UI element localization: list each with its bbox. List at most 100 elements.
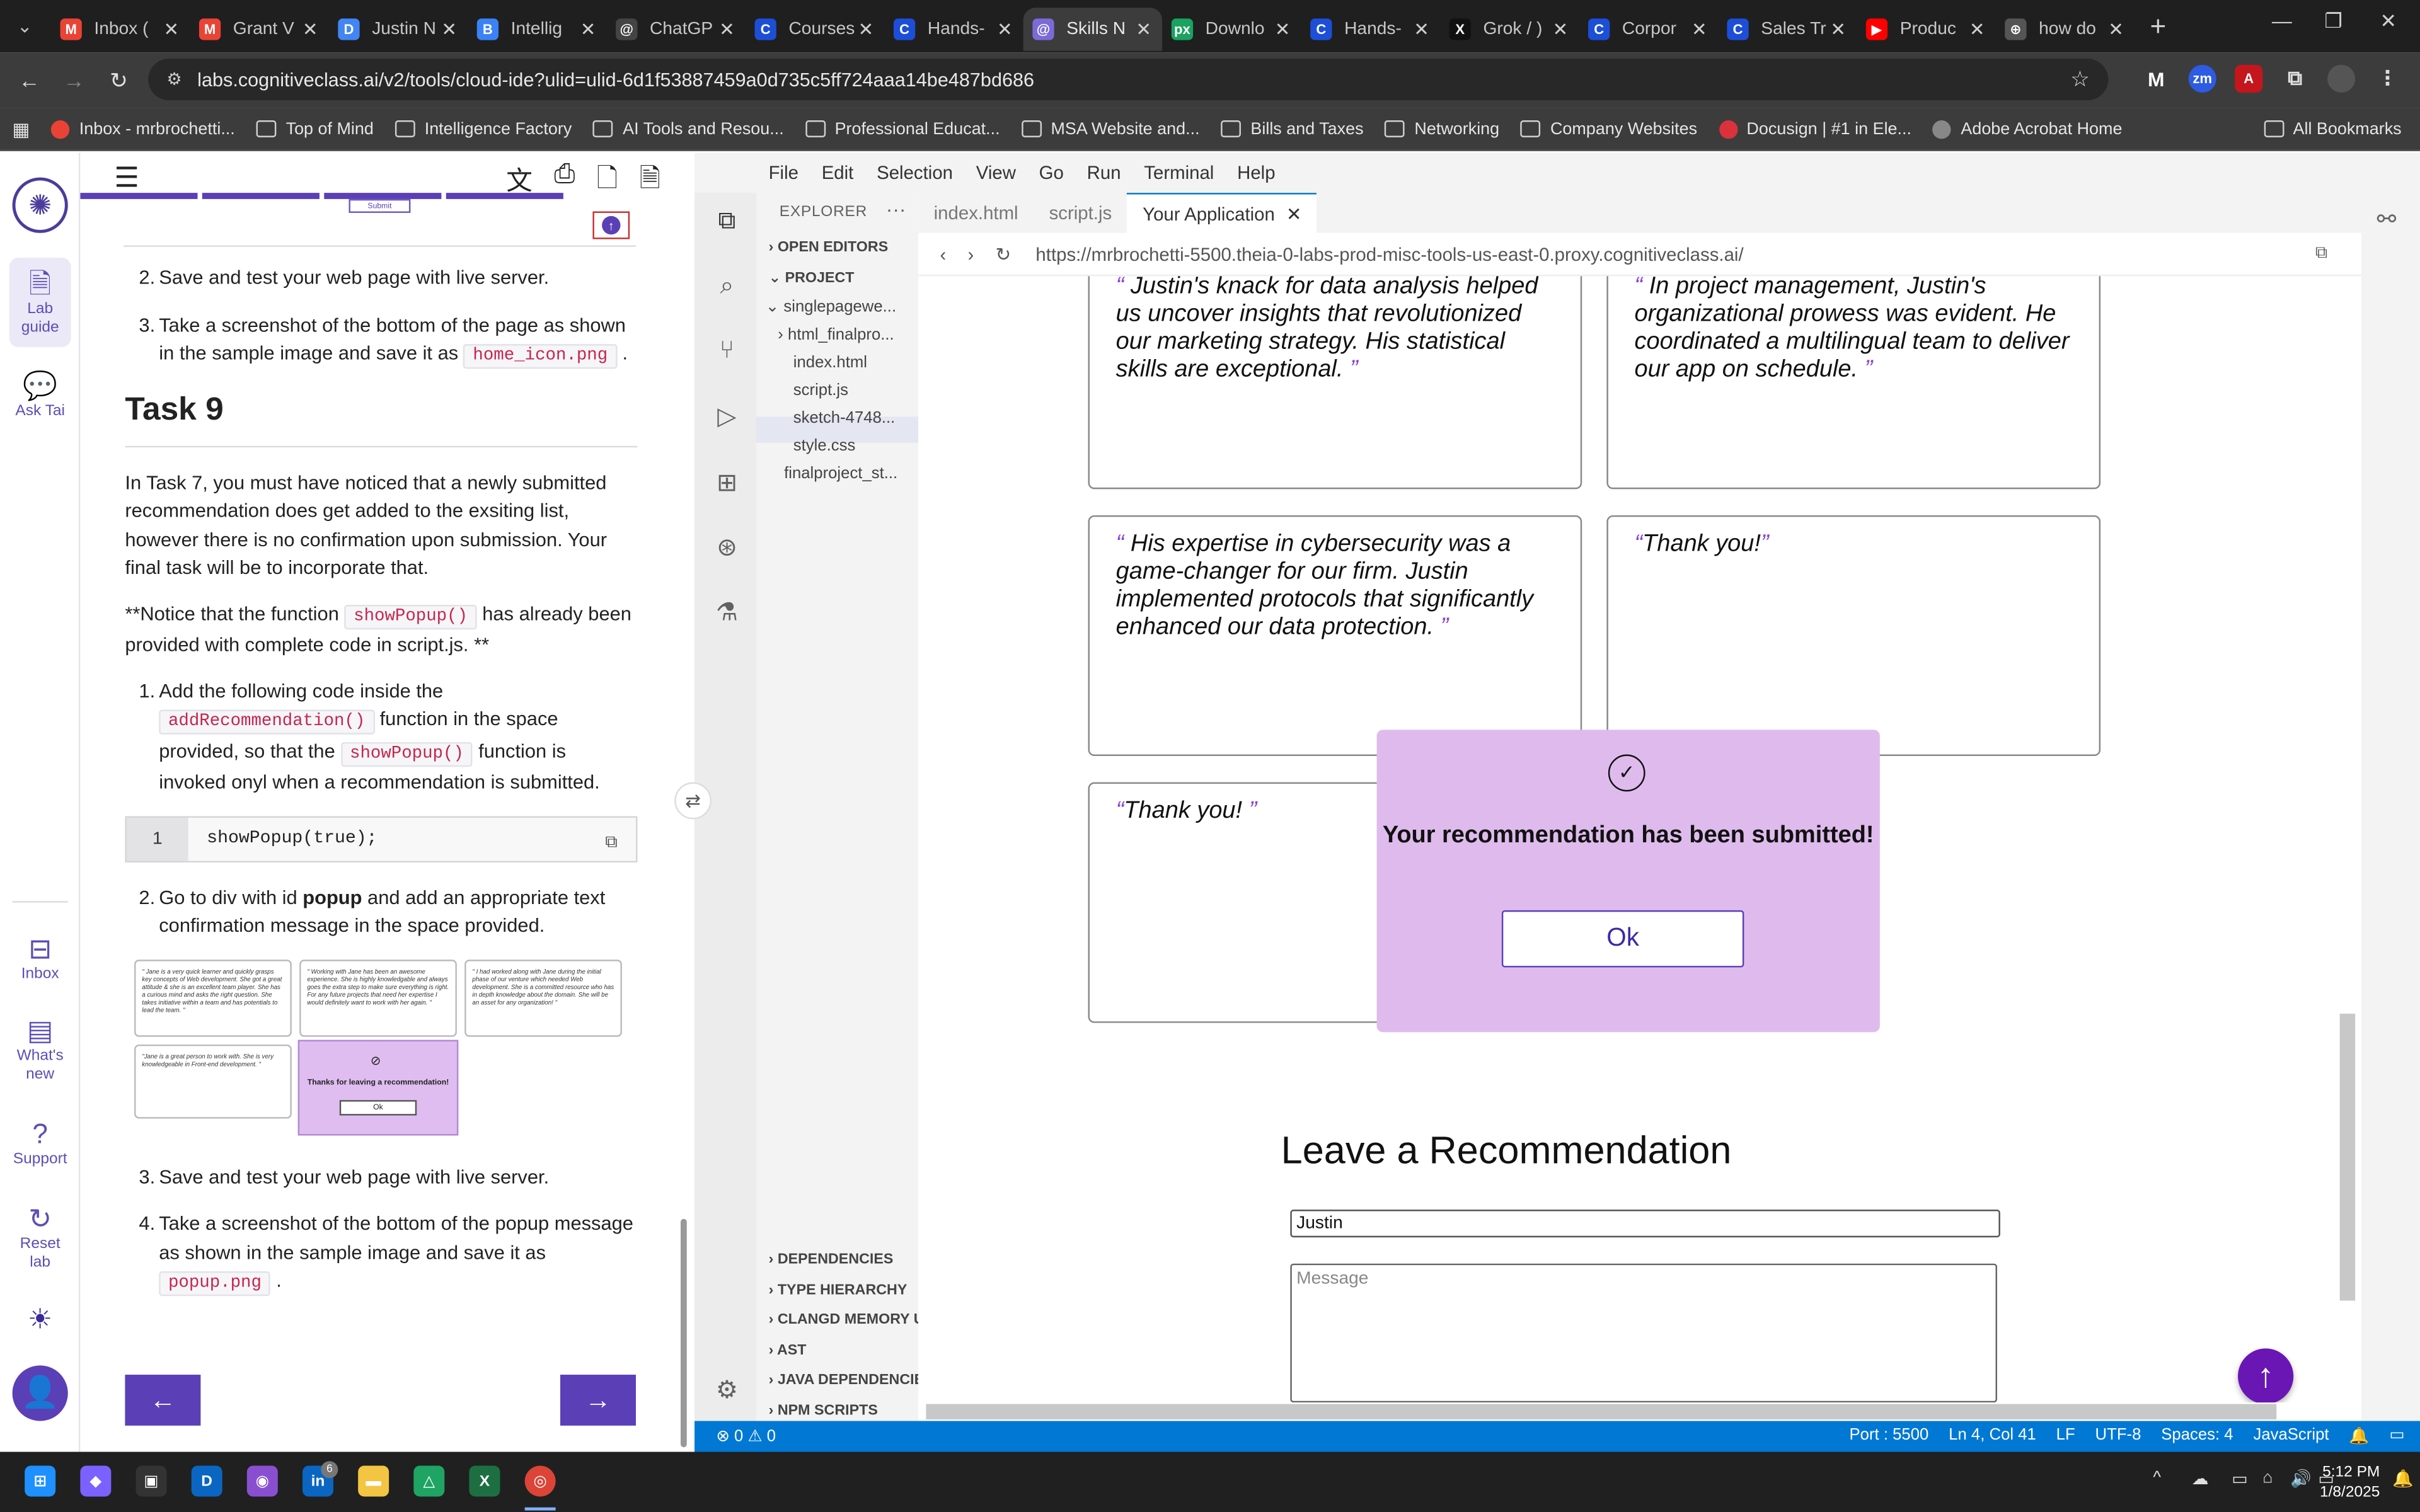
browser-tab[interactable]: M Inbox (✕	[51, 8, 190, 51]
horizontal-scrollbar[interactable]	[926, 1404, 2277, 1420]
menu-item[interactable]: Go	[1039, 162, 1064, 183]
menu-item[interactable]: Edit	[822, 162, 854, 183]
rail-reset-lab[interactable]: ↻ Reset lab	[9, 1202, 71, 1273]
forward-icon[interactable]: →	[59, 68, 89, 93]
excel-icon[interactable]: X	[469, 1465, 500, 1497]
acrobat-extension-icon[interactable]: A	[2235, 64, 2263, 93]
bookmark-star-icon[interactable]: ☆	[2070, 66, 2090, 93]
layout-icon[interactable]: ▭	[2389, 1426, 2404, 1446]
skills-network-icon[interactable]: ⊛	[710, 532, 744, 566]
settings-gear-icon[interactable]: ⚙	[710, 1375, 744, 1409]
add-note-icon[interactable]: 🗋	[597, 159, 618, 203]
close-tab-icon[interactable]: ✕	[1273, 18, 1291, 40]
extensions-puzzle-icon[interactable]: ⧉	[2281, 65, 2309, 93]
user-avatar[interactable]: 👤	[12, 1365, 68, 1421]
explorer-icon[interactable]: ⧉	[710, 205, 744, 239]
extension-m-icon[interactable]: M	[2142, 65, 2170, 93]
restore-icon[interactable]: ❐	[2324, 9, 2342, 34]
tab-index-html[interactable]: index.html	[918, 193, 1034, 233]
onedrive-icon[interactable]: ☁	[2192, 1469, 2209, 1489]
more-actions-icon[interactable]: ···	[886, 197, 906, 220]
port-status[interactable]: Port : 5500	[1850, 1426, 1929, 1446]
explorer-section[interactable]: › JAVA DEPENDENCIE	[769, 1372, 919, 1389]
bookmark-item[interactable]: Docusign | #1 in Ele...	[1719, 119, 1911, 139]
zoom-extension-icon[interactable]: zm	[2188, 64, 2216, 93]
next-page-button[interactable]: →	[560, 1375, 636, 1426]
copy-icon[interactable]: ⧉	[605, 828, 617, 856]
tab-script-js[interactable]: script.js	[1034, 193, 1127, 233]
address-url[interactable]: labs.cognitiveclass.ai/v2/tools/cloud-id…	[197, 69, 1034, 90]
tree-file[interactable]: finalproject_st...	[784, 464, 938, 483]
close-tab-icon[interactable]: ✕	[1412, 18, 1431, 40]
store-icon[interactable]: ▣	[135, 1465, 167, 1497]
bookmark-item[interactable]: Inbox - mrbrochetti...	[51, 119, 235, 139]
profile-avatar[interactable]	[2327, 64, 2356, 93]
open-editors-section[interactable]: › OPEN EDITORS	[769, 239, 919, 256]
dell-icon[interactable]: D	[191, 1465, 222, 1497]
preview-vertical-scrollbar[interactable]	[2339, 1013, 2356, 1301]
rail-ask-tai[interactable]: 💬 Ask Tai	[9, 369, 71, 421]
browser-tab[interactable]: D Justin N ✕	[329, 8, 468, 51]
code-line[interactable]: showPopup(true);	[188, 816, 636, 861]
tree-folder[interactable]: › html_finalpro...	[778, 326, 932, 344]
explorer-section[interactable]: › AST	[769, 1341, 919, 1358]
bookmark-item[interactable]: Company Websites	[1521, 120, 1697, 138]
minimize-icon[interactable]: —	[2272, 9, 2292, 33]
browser-tab[interactable]: px Downlo ✕	[1162, 8, 1301, 51]
close-tab-icon[interactable]: ✕	[856, 18, 875, 40]
preview-back-icon[interactable]: ‹	[940, 243, 946, 265]
open-external-icon[interactable]: ⧉	[2315, 244, 2327, 264]
chrome-menu-icon[interactable]: ⋮	[2374, 65, 2402, 93]
tab-search-icon[interactable]: ⌄	[8, 9, 42, 43]
close-tab-icon[interactable]: ✕	[1968, 18, 1986, 40]
bookmark-item[interactable]: Intelligence Factory	[395, 120, 572, 138]
run-debug-icon[interactable]: ▷	[710, 401, 744, 435]
testing-flask-icon[interactable]: ⚗	[710, 597, 744, 631]
rail-support[interactable]: ? Support	[9, 1117, 71, 1169]
browser-tab[interactable]: M Grant V ✕	[190, 8, 328, 51]
browser-tab[interactable]: B Intellig ✕	[468, 8, 606, 51]
explorer-section[interactable]: › DEPENDENCIES	[769, 1251, 919, 1268]
popup-ok-button[interactable]: Ok	[1501, 910, 1744, 968]
bookmark-item[interactable]: Professional Educat...	[805, 120, 1000, 138]
back-icon[interactable]: ←	[14, 68, 45, 93]
eol-status[interactable]: LF	[2056, 1426, 2075, 1446]
preview-reload-icon[interactable]: ↻	[996, 243, 1011, 265]
close-tab-icon[interactable]: ✕	[440, 18, 458, 40]
tree-folder[interactable]: ⌄ singlepagewe...	[766, 298, 920, 316]
browser-tab[interactable]: C Hands- ✕	[884, 8, 1023, 51]
start-windows-icon[interactable]: ⊞	[25, 1465, 56, 1497]
bookmark-item[interactable]: MSA Website and...	[1021, 120, 1200, 138]
menu-item[interactable]: Run	[1087, 162, 1121, 183]
search-icon[interactable]: ⌕	[710, 270, 744, 304]
file-explorer-icon[interactable]: ▬	[358, 1465, 389, 1497]
photos-icon[interactable]: ◉	[246, 1465, 278, 1497]
close-tab-icon[interactable]: ✕	[579, 18, 597, 40]
network-icon[interactable]: ⌂	[2262, 1469, 2273, 1487]
browser-tab[interactable]: C Courses ✕	[746, 8, 884, 51]
extensions-icon[interactable]: ⊞	[710, 467, 744, 501]
preview-url[interactable]: https://mrbrochetti-5500.theia-0-labs-pr…	[1035, 243, 1743, 265]
source-control-icon[interactable]: ⑂	[710, 335, 744, 369]
problems-indicator[interactable]: ⊗ 0 ⚠ 0	[716, 1427, 776, 1445]
scroll-to-top-button[interactable]: ↑	[2238, 1348, 2294, 1403]
explorer-section[interactable]: › CLANGD MEMORY U	[769, 1312, 919, 1329]
volume-icon[interactable]: 🔊	[2290, 1469, 2312, 1489]
browser-tab[interactable]: ⊕ how do ✕	[1996, 8, 2135, 51]
new-tab-icon[interactable]: +	[2150, 10, 2166, 42]
close-tab-icon[interactable]: ✕	[301, 18, 320, 40]
close-tab-icon[interactable]: ✕	[1551, 18, 1569, 40]
menu-icon[interactable]: ☰	[114, 162, 139, 194]
notifications-bell-icon[interactable]: 🔔	[2349, 1426, 2369, 1445]
close-window-icon[interactable]: ✕	[2380, 9, 2397, 34]
indent-status[interactable]: Spaces: 4	[2161, 1426, 2233, 1446]
browser-tab[interactable]: X Grok / ) ✕	[1440, 8, 1579, 51]
site-info-icon[interactable]: ⚙	[166, 69, 182, 89]
name-input[interactable]: Justin	[1290, 1210, 2000, 1238]
bookmark-item[interactable]: Networking	[1385, 120, 1499, 138]
google-drive-icon[interactable]: △	[413, 1465, 445, 1497]
bookmark-item[interactable]: Top of Mind	[256, 120, 374, 138]
browser-tab[interactable]: @ Skills N ✕	[1023, 8, 1163, 51]
browser-tab[interactable]: @ ChatGP ✕	[606, 8, 745, 51]
bookmark-item[interactable]: Bills and Taxes	[1221, 120, 1364, 138]
